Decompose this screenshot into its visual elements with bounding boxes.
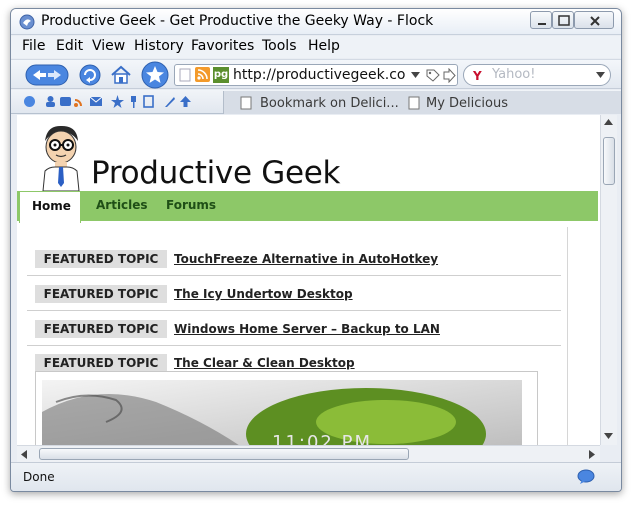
url-bar[interactable]: pg http://productivegeek.co xyxy=(174,64,458,86)
url-text[interactable]: http://productivegeek.co xyxy=(233,67,405,83)
status-bar: Done xyxy=(11,462,621,491)
title-bar: Productive Geek - Get Productive the Gee… xyxy=(11,9,621,35)
sidebar-divider xyxy=(567,227,568,445)
horizontal-scrollbar[interactable] xyxy=(17,445,600,462)
go-arrow-icon[interactable] xyxy=(442,68,456,83)
navigation-toolbar: pg http://productivegeek.co Y Yahoo! xyxy=(11,59,621,89)
search-box[interactable]: Y Yahoo! xyxy=(463,64,611,86)
preview-clock: 11:02 PM xyxy=(272,432,372,445)
bookmark-delicious-link[interactable]: Bookmark on Delici... xyxy=(260,96,399,111)
menu-favorites[interactable]: Favorites xyxy=(191,38,254,54)
reload-icon[interactable] xyxy=(79,64,101,86)
close-icon xyxy=(590,16,600,26)
favorite-star-icon[interactable] xyxy=(141,61,169,89)
nav-tab-forums[interactable]: Forums xyxy=(166,198,216,212)
scroll-left-icon[interactable] xyxy=(21,450,28,459)
page-viewport: Productive Geek Home Articles Forums FEA… xyxy=(17,115,600,445)
search-placeholder: Yahoo! xyxy=(492,67,536,82)
featured-badge: FEATURED TOPIC xyxy=(35,354,167,372)
menu-history[interactable]: History xyxy=(134,38,184,54)
vertical-scroll-thumb[interactable] xyxy=(603,137,615,185)
page-icon xyxy=(179,68,191,82)
featured-row: FEATURED TOPIC TouchFreeze Alternative i… xyxy=(27,241,561,276)
scroll-down-icon[interactable] xyxy=(604,433,613,440)
scroll-right-icon[interactable] xyxy=(589,450,596,459)
mail-icon[interactable] xyxy=(89,95,103,108)
menu-bar: File Edit View History Favorites Tools H… xyxy=(11,36,621,82)
media-icon[interactable] xyxy=(59,95,72,108)
globe-icon[interactable] xyxy=(23,95,36,108)
svg-text:Y: Y xyxy=(472,69,482,82)
back-forward-button[interactable] xyxy=(25,63,69,87)
minimize-button[interactable] xyxy=(530,11,552,29)
close-button[interactable] xyxy=(574,11,614,29)
feed-icon[interactable] xyxy=(73,95,86,108)
menu-file[interactable]: File xyxy=(22,38,45,54)
people-icon[interactable] xyxy=(44,95,57,108)
my-delicious-link[interactable]: My Delicious xyxy=(426,96,508,111)
nav-tab-articles[interactable]: Articles xyxy=(96,198,148,212)
maximize-button[interactable] xyxy=(552,11,574,29)
vertical-scrollbar[interactable] xyxy=(600,115,617,445)
search-dropdown-icon[interactable] xyxy=(596,72,605,79)
flock-app-icon xyxy=(19,14,35,30)
bookmark-page-icon xyxy=(240,96,252,110)
chat-bubble-icon[interactable] xyxy=(577,469,595,485)
menu-view[interactable]: View xyxy=(92,38,125,54)
minimize-icon xyxy=(538,23,546,25)
featured-row: FEATURED TOPIC Windows Home Server – Bac… xyxy=(27,311,561,346)
scroll-up-icon[interactable] xyxy=(604,119,613,126)
desktop-preview-image[interactable]: 11:02 PM xyxy=(35,371,538,445)
pin-icon[interactable] xyxy=(127,95,140,108)
featured-badge: FEATURED TOPIC xyxy=(35,250,167,268)
browser-window: Productive Geek - Get Productive the Gee… xyxy=(10,8,622,492)
topic-link[interactable]: The Icy Undertow Desktop xyxy=(174,287,353,301)
site-nav-bar: Home Articles Forums xyxy=(17,191,598,223)
horizontal-scroll-thumb[interactable] xyxy=(39,448,409,460)
site-favicon: pg xyxy=(213,67,229,83)
url-dropdown-icon[interactable] xyxy=(411,72,420,79)
yahoo-icon: Y xyxy=(472,69,482,82)
featured-row: FEATURED TOPIC The Icy Undertow Desktop xyxy=(27,276,561,311)
topic-link[interactable]: TouchFreeze Alternative in AutoHotkey xyxy=(174,252,438,266)
menu-tools[interactable]: Tools xyxy=(262,38,297,54)
nav-tab-home[interactable]: Home xyxy=(19,191,81,223)
topic-link[interactable]: Windows Home Server – Backup to LAN xyxy=(174,322,440,336)
menu-edit[interactable]: Edit xyxy=(56,38,83,54)
featured-badge: FEATURED TOPIC xyxy=(35,285,167,303)
clipboard-icon[interactable] xyxy=(142,95,155,108)
status-text: Done xyxy=(23,470,55,484)
my-delicious-page-icon xyxy=(408,96,420,110)
tag-icon[interactable] xyxy=(425,68,440,83)
rss-feed-icon[interactable] xyxy=(195,67,210,82)
nav-home-label: Home xyxy=(32,199,71,213)
blog-editor-icon[interactable] xyxy=(163,95,176,108)
home-icon[interactable] xyxy=(109,63,133,87)
site-title: Productive Geek xyxy=(91,155,341,191)
star-icon[interactable] xyxy=(111,95,124,108)
upload-icon[interactable] xyxy=(179,95,192,108)
featured-badge: FEATURED TOPIC xyxy=(35,320,167,338)
window-title: Productive Geek - Get Productive the Gee… xyxy=(41,13,434,29)
bookmark-tabstrip: Bookmark on Delici... My Delicious xyxy=(223,91,621,114)
menu-help[interactable]: Help xyxy=(308,38,340,54)
maximize-icon xyxy=(558,15,570,26)
topic-link[interactable]: The Clear & Clean Desktop xyxy=(174,356,355,370)
geek-mascot-logo xyxy=(42,125,80,191)
bookmark-bar: Bookmark on Delici... My Delicious xyxy=(11,90,621,114)
